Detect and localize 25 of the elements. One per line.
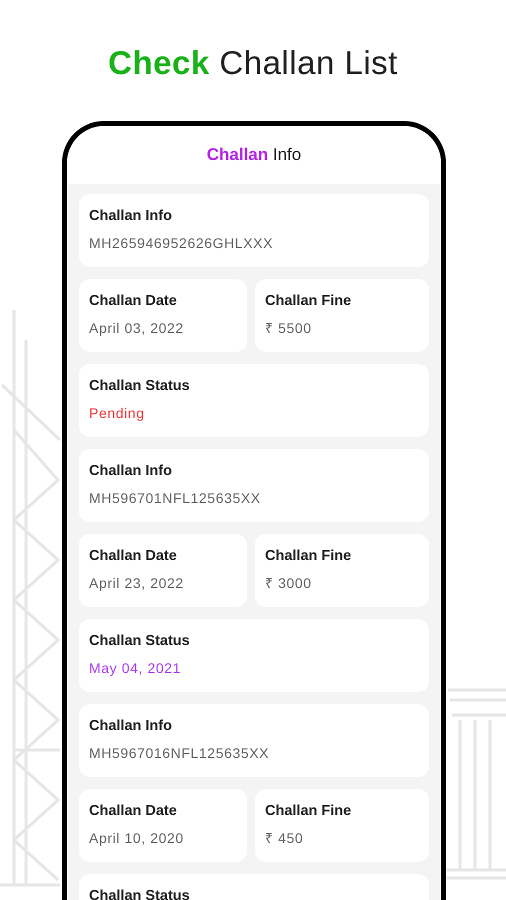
field-value: MH596701NFL125635XX [89, 489, 262, 507]
field-value: April 03, 2022 [89, 319, 185, 337]
screen-title: Challan Info [206, 145, 302, 165]
field-label: Challan Status [89, 887, 191, 900]
field-label: Challan Fine [265, 547, 352, 565]
field-value: MH265946952626GHLXXX [89, 234, 274, 252]
field-value: ₹ 5500 [265, 319, 313, 337]
status-value: Pending [89, 404, 146, 422]
field-value: ₹ 450 [265, 829, 304, 847]
field-label: Challan Fine [265, 802, 352, 820]
field-value: ₹ 3000 [265, 574, 313, 592]
field-label: Challan Date [89, 802, 178, 820]
field-label: Challan Info [89, 207, 173, 225]
field-label: Challan Status [89, 377, 191, 395]
field-value: April 10, 2020 [89, 829, 185, 847]
headline: Check Challan List [107, 43, 399, 83]
status-value: May 04, 2021 [89, 659, 182, 677]
field-label: Challan Status [89, 632, 191, 650]
field-value: MH5967016NFL125635XX [89, 744, 270, 762]
field-value: April 23, 2022 [89, 574, 185, 592]
field-label: Challan Fine [265, 292, 352, 310]
field-label: Challan Date [89, 547, 178, 565]
field-label: Challan Info [89, 462, 173, 480]
field-label: Challan Info [89, 717, 173, 735]
field-label: Challan Date [89, 292, 178, 310]
